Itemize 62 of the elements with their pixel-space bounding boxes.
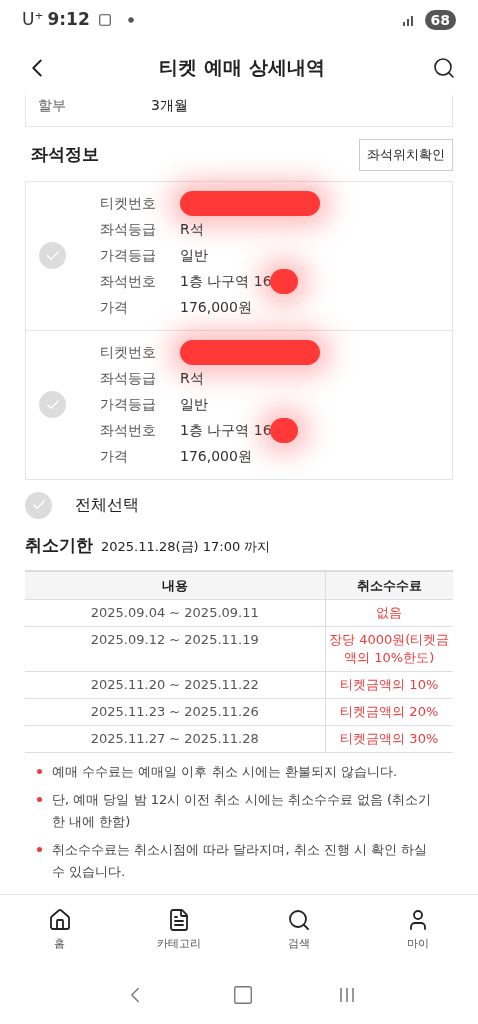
- search-icon: [286, 908, 311, 933]
- status-time: 9:12: [47, 8, 90, 32]
- nav-tab[interactable]: 마이: [358, 908, 478, 953]
- screenshot-icon: [97, 13, 112, 27]
- table-cell: 2025.11.23 ~ 2025.11.26: [25, 698, 325, 725]
- section-title: 좌석정보: [30, 143, 99, 166]
- note-text: 취소수수료는 취소시점에 따라 달라지며, 취소 진행 시 확인 하실 수 있습니다.: [52, 840, 429, 881]
- note-text: 단, 예매 당일 밤 12시 이전 취소 시에는 취소수수료 없음 (취소기한 내에 한함): [52, 790, 433, 831]
- field-label: 티켓번호: [100, 343, 157, 362]
- note-text: 예매 수수료는 예매일 이후 취소 시에는 환불되지 않습니다.: [52, 762, 398, 781]
- recents-nav-icon[interactable]: [338, 986, 356, 1004]
- dot-icon: [127, 17, 134, 23]
- table-cell: 티켓금액의 10%: [325, 671, 453, 698]
- home-nav-icon[interactable]: [232, 984, 254, 1006]
- nav-tab[interactable]: 홈: [0, 908, 120, 953]
- column-header: 내용: [25, 571, 325, 599]
- table-cell: 없음: [325, 599, 453, 626]
- field-value: 176,000원: [180, 298, 252, 317]
- field-value: 176,000원: [180, 447, 252, 466]
- field-label: 좌석번호: [100, 272, 157, 291]
- table-cell: 티켓금액의 20%: [325, 698, 453, 725]
- field-label: 좌석등급: [100, 369, 157, 388]
- table-cell: 2025.09.12 ~ 2025.11.19: [25, 626, 325, 671]
- table-cell: 2025.11.27 ~ 2025.11.28: [25, 725, 325, 752]
- seat-location-button[interactable]: 좌석위치확인: [359, 139, 453, 171]
- checkbox[interactable]: [39, 242, 66, 269]
- field-value: 1층 나구역 16: [180, 272, 272, 291]
- page-title: 티켓 예매 상세내역: [159, 55, 325, 81]
- checkbox[interactable]: [39, 391, 66, 418]
- field-label: 가격: [100, 447, 129, 466]
- field-label: 할부: [38, 96, 67, 115]
- table-cell: 2025.09.04 ~ 2025.09.11: [25, 599, 325, 626]
- table-cell: 티켓금액의 30%: [325, 725, 453, 752]
- table-cell: 장당 4000원(티켓금액의 10%한도): [325, 626, 453, 671]
- bullet-icon: [37, 796, 42, 802]
- field-label: 좌석등급: [100, 220, 157, 239]
- section-title: 취소기한: [25, 533, 93, 557]
- search-icon: [432, 55, 456, 80]
- field-label: 티켓번호: [100, 194, 157, 213]
- bullet-icon: [37, 846, 42, 852]
- home-icon: [47, 908, 72, 933]
- field-label: 가격등급: [100, 246, 157, 265]
- field-label: 가격: [100, 298, 129, 317]
- carrier-label: U⁺: [22, 8, 44, 32]
- bullet-icon: [37, 768, 42, 774]
- nav-tab[interactable]: 카테고리: [119, 908, 239, 953]
- field-value: 3개월: [151, 96, 188, 115]
- field-value: R석: [180, 369, 204, 388]
- table-cell: 2025.11.20 ~ 2025.11.22: [25, 671, 325, 698]
- nav-tab[interactable]: 검색: [239, 908, 359, 953]
- field-label: 가격등급: [100, 395, 157, 414]
- select-all-label[interactable]: 전체선택: [75, 493, 139, 517]
- field-label: 좌석번호: [100, 421, 157, 440]
- field-value: 1층 나구역 16: [180, 421, 272, 440]
- battery-indicator: 68: [424, 10, 456, 30]
- search-button[interactable]: [432, 55, 456, 80]
- deadline-text: 2025.11.28(금) 17:00 까지: [101, 537, 271, 556]
- field-value: R석: [180, 220, 204, 239]
- field-value: 일반: [180, 395, 208, 414]
- checkbox[interactable]: [25, 491, 52, 519]
- column-header: 취소수수료: [325, 571, 453, 599]
- field-value: 일반: [180, 246, 208, 265]
